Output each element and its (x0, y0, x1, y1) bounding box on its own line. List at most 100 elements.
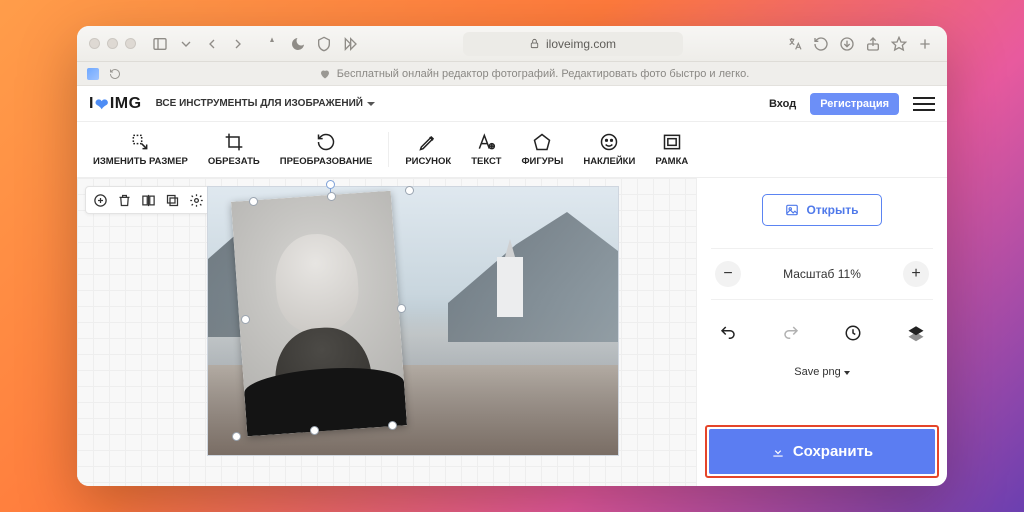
download-icon (771, 445, 785, 459)
editor-content: Открыть − Масштаб 11% + Save png (77, 178, 947, 486)
zoom-out-button[interactable]: − (715, 261, 741, 287)
save-format-label: Save png (794, 366, 840, 378)
share-icon[interactable] (863, 34, 883, 54)
text-icon (476, 132, 496, 152)
selection-handle-bl[interactable] (232, 432, 241, 441)
tool-label: ФИГУРЫ (521, 156, 563, 167)
logo[interactable]: I ❤ IMG (89, 94, 142, 114)
tab-reload-icon[interactable] (107, 66, 123, 82)
fast-forward-icon[interactable] (340, 34, 360, 54)
save-highlight: Сохранить (705, 425, 939, 478)
logo-text-suffix: IMG (110, 95, 142, 113)
titlebar: iloveimg.com (77, 26, 947, 62)
toolbar-separator (388, 132, 389, 167)
flip-horizontal-button[interactable] (138, 190, 158, 210)
add-layer-button[interactable] (90, 190, 110, 210)
sidebar-toggle-icon[interactable] (150, 34, 170, 54)
redo-button[interactable] (780, 322, 802, 344)
moon-icon[interactable] (288, 34, 308, 54)
tool-stickers[interactable]: НАКЛЕЙКИ (573, 122, 645, 177)
open-button-label: Открыть (806, 203, 858, 217)
shield-icon[interactable] (314, 34, 334, 54)
browser-window: iloveimg.com Бесплатный онлайн редактор … (77, 26, 947, 486)
logo-text-prefix: I (89, 95, 94, 113)
translate-icon[interactable] (785, 34, 805, 54)
close-window-button[interactable] (89, 38, 100, 49)
tool-frame[interactable]: РАМКА (645, 122, 698, 177)
save-button-label: Сохранить (793, 443, 873, 460)
duplicate-layer-button[interactable] (162, 190, 182, 210)
new-tab-icon[interactable] (915, 34, 935, 54)
forward-button[interactable] (228, 34, 248, 54)
crop-icon (224, 132, 244, 152)
selection-handle-tr[interactable] (405, 186, 414, 195)
layer-settings-button[interactable] (186, 190, 206, 210)
tab-title: Бесплатный онлайн редактор фотографий. Р… (337, 68, 750, 80)
open-button[interactable]: Открыть (762, 194, 881, 226)
canvas-mini-toolbar (85, 186, 211, 214)
address-bar[interactable]: iloveimg.com (463, 32, 683, 56)
resize-icon (130, 132, 150, 152)
rotate-icon (316, 132, 336, 152)
all-tools-label: ВСЕ ИНСТРУМЕНТЫ ДЛЯ ИЗОБРАЖЕНИЙ (156, 98, 363, 109)
tool-crop[interactable]: ОБРЕЗАТЬ (198, 122, 270, 177)
desktop-wallpaper: iloveimg.com Бесплатный онлайн редактор … (0, 0, 1024, 512)
selection-handle-tm[interactable] (327, 192, 336, 201)
back-button[interactable] (202, 34, 222, 54)
rotation-handle[interactable] (326, 180, 335, 189)
selection-handle-bm[interactable] (310, 426, 319, 435)
address-text: iloveimg.com (546, 37, 616, 51)
tab-favicon (87, 68, 99, 80)
all-tools-dropdown[interactable]: ВСЕ ИНСТРУМЕНТЫ ДЛЯ ИЗОБРАЖЕНИЙ (156, 98, 375, 109)
tool-resize[interactable]: ИЗМЕНИТЬ РАЗМЕР (83, 122, 198, 177)
tool-label: НАКЛЕЙКИ (583, 156, 635, 167)
history-row (711, 312, 933, 350)
window-controls (89, 38, 136, 49)
save-button[interactable]: Сохранить (709, 429, 935, 474)
undo-button[interactable] (717, 322, 739, 344)
selection-handle-tl[interactable] (249, 197, 258, 206)
tab-bar: Бесплатный онлайн редактор фотографий. Р… (77, 62, 947, 86)
selection-handle-br[interactable] (388, 421, 397, 430)
tool-text[interactable]: ТЕКСТ (461, 122, 511, 177)
menu-button[interactable] (913, 93, 935, 115)
shape-icon (532, 132, 552, 152)
tool-shapes[interactable]: ФИГУРЫ (511, 122, 573, 177)
signup-button[interactable]: Регистрация (810, 93, 899, 115)
login-link[interactable]: Вход (769, 98, 796, 110)
zoom-row: − Масштаб 11% + (711, 248, 933, 300)
download-icon[interactable] (837, 34, 857, 54)
tab-title-area[interactable]: Бесплатный онлайн редактор фотографий. Р… (131, 68, 937, 80)
portrait-placeholder (231, 191, 407, 437)
portrait-shirt (243, 363, 407, 436)
mountain-shape (448, 212, 618, 342)
right-panel: Открыть − Масштаб 11% + Save png (697, 178, 947, 486)
zoom-in-button[interactable]: + (903, 261, 929, 287)
maximize-window-button[interactable] (125, 38, 136, 49)
bookmark-icon[interactable] (889, 34, 909, 54)
chevron-down-icon[interactable] (176, 34, 196, 54)
selected-image-layer[interactable] (231, 191, 407, 437)
tool-draw[interactable]: РИСУНОК (395, 122, 461, 177)
image-icon (785, 203, 799, 217)
reload-icon[interactable] (811, 34, 831, 54)
sticker-icon (599, 132, 619, 152)
save-format-dropdown[interactable]: Save png (711, 362, 933, 378)
selection-handle-ml[interactable] (241, 315, 250, 324)
frame-icon (662, 132, 682, 152)
logo-heart-icon: ❤ (95, 95, 109, 115)
editor-toolbar: ИЗМЕНИТЬ РАЗМЕР ОБРЕЗАТЬ ПРЕОБРАЗОВАНИЕ … (77, 122, 947, 178)
tool-label: ТЕКСТ (471, 156, 501, 167)
tool-label: ПРЕОБРАЗОВАНИЕ (280, 156, 373, 167)
tool-label: ИЗМЕНИТЬ РАЗМЕР (93, 156, 188, 167)
layers-button[interactable] (905, 322, 927, 344)
tool-transform[interactable]: ПРЕОБРАЗОВАНИЕ (270, 122, 383, 177)
selection-handle-mr[interactable] (397, 304, 406, 313)
delete-layer-button[interactable] (114, 190, 134, 210)
pencil-icon (418, 132, 438, 152)
canvas-area[interactable] (77, 178, 697, 486)
minimize-window-button[interactable] (107, 38, 118, 49)
portrait-head (273, 231, 362, 334)
history-button[interactable] (842, 322, 864, 344)
extension-icon[interactable] (262, 34, 282, 54)
